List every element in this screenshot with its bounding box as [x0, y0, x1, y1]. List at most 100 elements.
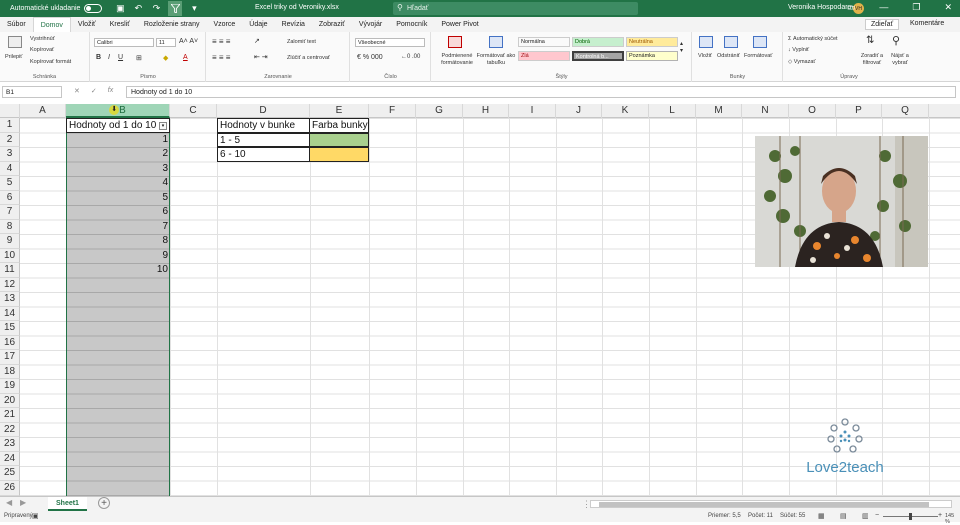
column-header-a[interactable]: A: [20, 104, 66, 118]
minimize-icon[interactable]: —: [879, 2, 888, 13]
tab-data[interactable]: Údaje: [242, 17, 274, 32]
table-cell[interactable]: 7: [66, 220, 168, 235]
tab-developer[interactable]: Vývojár: [352, 17, 389, 32]
format-as-table-button[interactable]: Formátovať ako tabuľku: [476, 53, 516, 67]
column-header-p[interactable]: P: [836, 104, 882, 118]
legend-header-color[interactable]: Farba bunky: [309, 118, 369, 133]
undo-icon[interactable]: ↶: [132, 3, 144, 14]
column-header-e[interactable]: E: [310, 104, 369, 118]
table-cell[interactable]: 1: [66, 133, 168, 148]
status-count[interactable]: Počet: 11: [748, 513, 773, 519]
row-header[interactable]: 25: [0, 466, 20, 481]
styles-more-icon[interactable]: ▴ ▾: [680, 40, 683, 54]
macro-record-icon[interactable]: ▣: [32, 512, 39, 520]
add-sheet-icon[interactable]: +: [98, 497, 110, 509]
table-cell[interactable]: 2: [66, 147, 168, 162]
search-input[interactable]: ⚲ Hľadať: [393, 2, 638, 15]
font-color-icon[interactable]: A: [183, 54, 188, 61]
column-header-j[interactable]: J: [556, 104, 602, 118]
normal-view-icon[interactable]: ▦: [818, 512, 825, 520]
column-header-k[interactable]: K: [602, 104, 649, 118]
page-break-view-icon[interactable]: ▥: [862, 512, 869, 520]
filter-icon[interactable]: [168, 1, 183, 16]
tab-home[interactable]: Domov: [32, 17, 71, 32]
style-check-cell[interactable]: Kontrolná b...: [572, 51, 624, 61]
align-top-icon[interactable]: ≡ ≡ ≡: [212, 37, 230, 46]
find-icon[interactable]: ⚲: [892, 34, 900, 47]
fill-button[interactable]: ↓ Vyplniť: [788, 47, 809, 53]
row-header[interactable]: 6: [0, 190, 20, 205]
column-header-h[interactable]: H: [463, 104, 509, 118]
legend-color-yellow[interactable]: [309, 147, 369, 162]
row-header[interactable]: 24: [0, 451, 20, 466]
insert-cells-button[interactable]: Vložiť: [698, 53, 712, 59]
row-header[interactable]: 7: [0, 205, 20, 220]
table-cell[interactable]: 3: [66, 162, 168, 177]
sheet-tab-sheet1[interactable]: Sheet1: [48, 497, 87, 511]
row-header[interactable]: 5: [0, 176, 20, 191]
font-name-select[interactable]: Calibri: [94, 38, 154, 47]
table-cell[interactable]: 9: [66, 249, 168, 264]
autosum-button[interactable]: Σ Automatický súčet: [788, 36, 838, 42]
tab-power-pivot[interactable]: Power Pivot: [434, 17, 485, 32]
column-header-g[interactable]: G: [416, 104, 463, 118]
sort-filter-icon[interactable]: ⇅: [866, 35, 874, 46]
conditional-formatting-button[interactable]: Podmienené formátovanie: [434, 53, 480, 67]
formula-input[interactable]: Hodnoty od 1 do 10: [126, 86, 956, 98]
style-note[interactable]: Poznámka: [626, 51, 678, 61]
comments-button[interactable]: Komentáre: [910, 20, 944, 27]
column-header-c[interactable]: C: [170, 104, 217, 118]
style-neutral[interactable]: Neutrálna: [626, 37, 678, 47]
style-normal[interactable]: Normálna: [518, 37, 570, 47]
merge-center-button[interactable]: Zlúčiť a centrovať: [287, 55, 330, 61]
maximize-icon[interactable]: ❐: [912, 2, 920, 13]
style-good[interactable]: Dobrá: [572, 37, 624, 47]
row-header[interactable]: 21: [0, 408, 20, 423]
bold-button[interactable]: B: [96, 54, 101, 61]
column-header-o[interactable]: O: [789, 104, 836, 118]
status-sum[interactable]: Súčet: 55: [780, 513, 805, 519]
row-header[interactable]: 2: [0, 132, 20, 147]
find-select-button[interactable]: Nájsť a vybrať: [888, 53, 912, 67]
zoom-out-icon[interactable]: −: [875, 512, 879, 519]
zoom-slider[interactable]: [883, 513, 938, 520]
column-header-q[interactable]: Q: [882, 104, 929, 118]
row-header[interactable]: 4: [0, 161, 20, 176]
filter-dropdown-icon[interactable]: ▾: [159, 122, 167, 130]
indent-icon[interactable]: ⇤ ⇥: [254, 53, 268, 61]
column-header-d[interactable]: D: [217, 104, 310, 118]
grow-font-icon[interactable]: A˄ A˅: [179, 38, 198, 45]
paste-label[interactable]: Prilepiť: [5, 54, 22, 60]
redo-icon[interactable]: ↷: [150, 3, 162, 14]
row-header[interactable]: 18: [0, 364, 20, 379]
row-header[interactable]: 16: [0, 335, 20, 350]
select-all-corner[interactable]: [0, 104, 20, 118]
horizontal-scrollbar[interactable]: [590, 500, 952, 508]
table-cell[interactable]: 4: [66, 176, 168, 191]
column-header-l[interactable]: L: [649, 104, 696, 118]
zoom-in-icon[interactable]: +: [938, 512, 942, 519]
table-cell[interactable]: 5: [66, 191, 168, 206]
autosave-toggle[interactable]: [84, 4, 103, 13]
fill-color-icon[interactable]: ◆: [163, 54, 168, 62]
zoom-level[interactable]: 145 %: [945, 513, 960, 525]
row-header[interactable]: 3: [0, 147, 20, 162]
sort-filter-button[interactable]: Zoradiť a filtrovať: [858, 53, 886, 67]
row-header[interactable]: 15: [0, 321, 20, 336]
row-header[interactable]: 8: [0, 219, 20, 234]
borders-icon[interactable]: ⊞: [136, 54, 142, 62]
row-header[interactable]: 1: [0, 118, 20, 133]
name-box[interactable]: B1: [2, 86, 62, 98]
font-size-select[interactable]: 11: [156, 38, 176, 47]
clear-button[interactable]: ◇ Vymazať: [788, 59, 816, 65]
table-cell[interactable]: 10: [66, 263, 168, 278]
cut-button[interactable]: Vystrihnúť: [30, 36, 55, 42]
column-header-m[interactable]: M: [696, 104, 742, 118]
row-header[interactable]: 19: [0, 379, 20, 394]
sheet-nav-next-icon[interactable]: ▶: [20, 498, 26, 507]
legend-range-1[interactable]: 1 - 5: [217, 132, 310, 147]
autosave-control[interactable]: Automatické ukladanie: [10, 4, 103, 13]
style-bad[interactable]: Zlá: [518, 51, 570, 61]
cancel-icon[interactable]: ✕: [74, 87, 80, 95]
decimal-icon[interactable]: ←0 .00: [401, 54, 420, 60]
